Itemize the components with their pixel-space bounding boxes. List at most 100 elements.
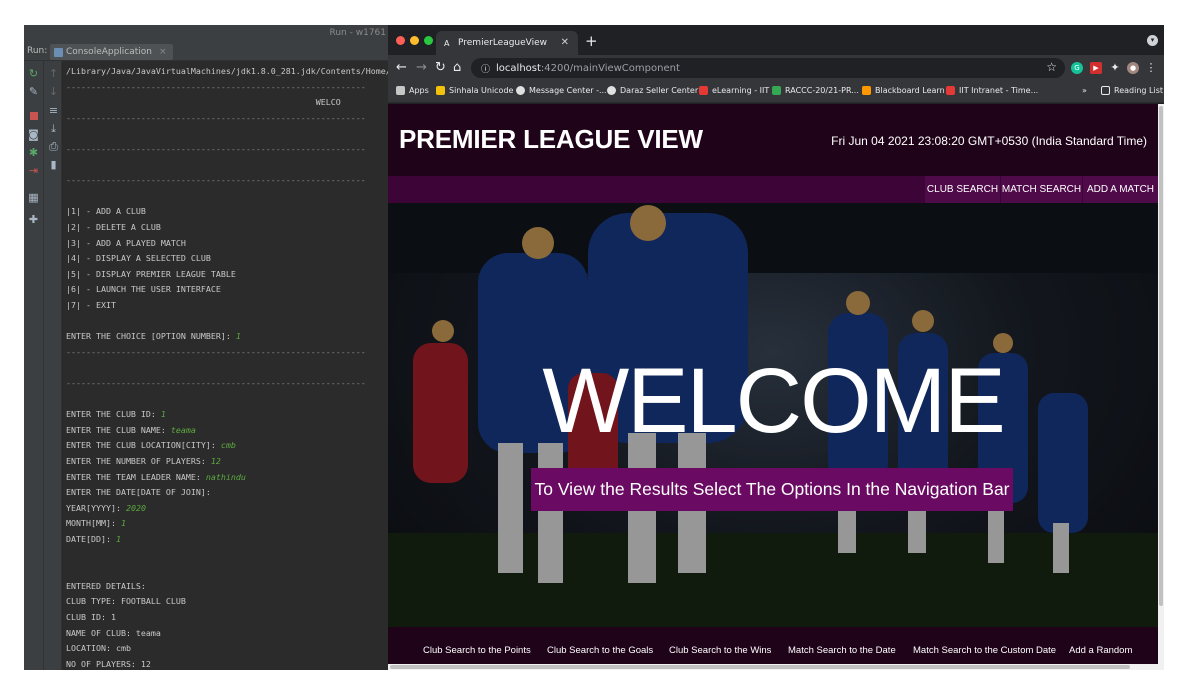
extensions-puzzle-icon[interactable]: ✦ [1109, 62, 1121, 74]
bookmark-favicon-icon [516, 86, 525, 95]
console-output-text: ENTERED DETAILS: [66, 580, 146, 591]
profile-avatar[interactable]: ● [1127, 62, 1139, 74]
bookmarks-overflow-icon[interactable]: » [1082, 86, 1087, 95]
console-output-text: ----------------------------------------… [66, 81, 366, 92]
arrow-down-icon[interactable]: ↓ [47, 85, 60, 98]
close-window-button[interactable] [396, 36, 405, 45]
console-output-text: MONTH[MM]: [66, 518, 121, 529]
scrollbar-thumb[interactable] [390, 665, 1130, 669]
minimize-window-button[interactable] [410, 36, 419, 45]
console-line: YEAR[YYYY]: 2020 [66, 502, 146, 514]
browser-menu-icon[interactable]: ⋮ [1145, 62, 1157, 74]
nav-club-search[interactable]: CLUB SEARCH [925, 176, 1000, 203]
run-tab-console-application[interactable]: ConsoleApplication × [50, 44, 173, 60]
trash-icon[interactable]: ▮ [47, 158, 60, 171]
console-line: ----------------------------------------… [66, 174, 366, 186]
bookmark-blackboard-learn[interactable]: Blackboard Learn [862, 86, 945, 95]
tab-search-icon[interactable]: ▾ [1147, 35, 1158, 46]
debug-icon[interactable]: ✱ [27, 146, 40, 159]
console-output[interactable]: /Library/Java/JavaVirtualMachines/jdk1.8… [62, 61, 390, 670]
console-line: |7| - EXIT [66, 299, 116, 311]
reading-list-icon [1101, 86, 1110, 95]
horizontal-scrollbar[interactable] [388, 664, 1158, 670]
bookmark-apps[interactable]: Apps [396, 86, 429, 95]
ide-titlebar: Run - w1761 [24, 25, 390, 42]
console-line: ENTER THE CLUB LOCATION[CITY]: cmb [66, 439, 236, 451]
console-output-text: |2| - DELETE A CLUB [66, 222, 161, 232]
console-line: ENTER THE TEAM LEADER NAME: nathindu [66, 471, 246, 483]
console-output-text: |1| - ADD A CLUB [66, 206, 146, 217]
grammarly-extension-icon[interactable]: G [1071, 62, 1083, 74]
console-output-text: ENTER THE TEAM LEADER NAME: [66, 471, 206, 482]
arrow-up-icon[interactable]: ↑ [47, 67, 60, 80]
console-line: ----------------------------------------… [66, 377, 366, 389]
google-drive-icon [772, 86, 781, 95]
scroll-to-end-icon[interactable]: ⤓ [47, 122, 60, 135]
console-user-input: 2020 [125, 502, 146, 513]
console-line: CLUB TYPE: FOOTBALL CLUB [66, 595, 186, 607]
browser-tab-title: PremierLeagueView [458, 38, 548, 48]
console-output-text: WELCO [66, 97, 341, 108]
site-header: PREMIER LEAGUE VIEW Fri Jun 04 2021 23:0… [388, 104, 1158, 176]
console-output-text: LOCATION: cmb [66, 643, 131, 654]
bookmark-favicon-icon [436, 86, 445, 95]
console-user-input: 1 [160, 409, 166, 420]
pin-icon[interactable]: ✚ [27, 213, 40, 226]
stop-icon[interactable] [27, 110, 40, 123]
nav-add-a-match[interactable]: ADD A MATCH [1083, 176, 1158, 203]
reload-icon[interactable]: ↻ [435, 59, 446, 76]
exit-icon[interactable]: ⇥ [27, 164, 40, 177]
bookmark-star-icon[interactable]: ☆ [1046, 60, 1057, 74]
bookmark-elearning-iit[interactable]: eLearning - IIT [699, 86, 769, 95]
ide-console-toolbar: ↑ ↓ ≡ ⤓ ⎙ ▮ [44, 61, 62, 670]
camera-icon[interactable]: ◙ [27, 128, 40, 141]
bookmark-favicon-icon [699, 86, 708, 95]
bookmark-sinhala-unicode[interactable]: Sinhala Unicode [436, 86, 513, 95]
vertical-scrollbar[interactable] [1158, 104, 1164, 670]
bookmark-message-center[interactable]: Message Center -... [516, 86, 607, 95]
console-line: LOCATION: cmb [66, 642, 131, 654]
console-output-text: CLUB TYPE: FOOTBALL CLUB [66, 596, 186, 607]
pdf-extension-icon[interactable]: ▶ [1090, 62, 1102, 74]
soft-wrap-icon[interactable]: ≡ [47, 104, 60, 117]
console-output-text: ENTER THE NUMBER OF PLAYERS: [66, 456, 211, 466]
close-tab-icon[interactable]: ✕ [561, 37, 569, 48]
back-icon[interactable]: ← [396, 59, 407, 76]
footer-match-search-custom-date[interactable]: Match Search to the Custom Date [913, 645, 1056, 656]
console-output-text: ----------------------------------------… [66, 346, 366, 357]
apps-grid-icon [396, 86, 405, 95]
new-tab-icon[interactable]: + [585, 32, 598, 50]
wrench-icon[interactable]: ✎ [27, 85, 40, 98]
browser-tab[interactable]: A PremierLeagueView ✕ [436, 31, 578, 55]
address-bar[interactable]: ⓘ localhost:4200/mainViewComponent ☆ [471, 58, 1065, 78]
nav-match-search[interactable]: MATCH SEARCH [1001, 176, 1082, 203]
bookmark-iit-intranet[interactable]: IIT Intranet - Time... [946, 86, 1038, 95]
ide-run-toolbar: ↻ ✎ ◙ ✱ ⇥ ▦ ✚ [24, 61, 44, 670]
footer-club-search-points[interactable]: Club Search to the Points [423, 645, 531, 656]
close-icon[interactable]: × [159, 47, 167, 57]
console-line: NO OF PLAYERS: 12 [66, 658, 151, 670]
footer-club-search-goals[interactable]: Club Search to the Goals [547, 645, 653, 656]
rerun-icon[interactable]: ↻ [27, 67, 40, 80]
print-icon[interactable]: ⎙ [47, 140, 60, 153]
console-line: CLUB ID: 1 [66, 611, 116, 623]
bookmark-daraz-seller-center[interactable]: Daraz Seller Center [607, 86, 698, 95]
footer-match-search-date[interactable]: Match Search to the Date [788, 645, 896, 656]
footer-add-a-random[interactable]: Add a Random [1069, 645, 1132, 656]
console-output-text: ----------------------------------------… [66, 378, 366, 388]
ide-run-tabbar: Run: ConsoleApplication × [24, 42, 390, 61]
site-title: PREMIER LEAGUE VIEW [399, 124, 703, 154]
console-line: ENTER THE DATE[DATE OF JOIN]: [66, 486, 211, 498]
forward-icon[interactable]: → [416, 59, 427, 76]
footer-club-search-wins[interactable]: Club Search to the Wins [669, 645, 771, 656]
scrollbar-thumb[interactable] [1159, 106, 1163, 606]
ide-window-title: Run - w1761 [329, 28, 387, 38]
bookmark-raccc[interactable]: RACCC-20/21-PR... [772, 86, 859, 95]
layout-icon[interactable]: ▦ [27, 191, 40, 204]
home-icon[interactable]: ⌂ [453, 59, 461, 76]
bookmark-reading-list[interactable]: Reading List [1101, 86, 1163, 95]
console-output-text: ----------------------------------------… [66, 175, 366, 186]
console-line: ENTERED DETAILS: [66, 580, 146, 592]
console-line: |2| - DELETE A CLUB [66, 221, 161, 233]
maximize-window-button[interactable] [424, 36, 433, 45]
